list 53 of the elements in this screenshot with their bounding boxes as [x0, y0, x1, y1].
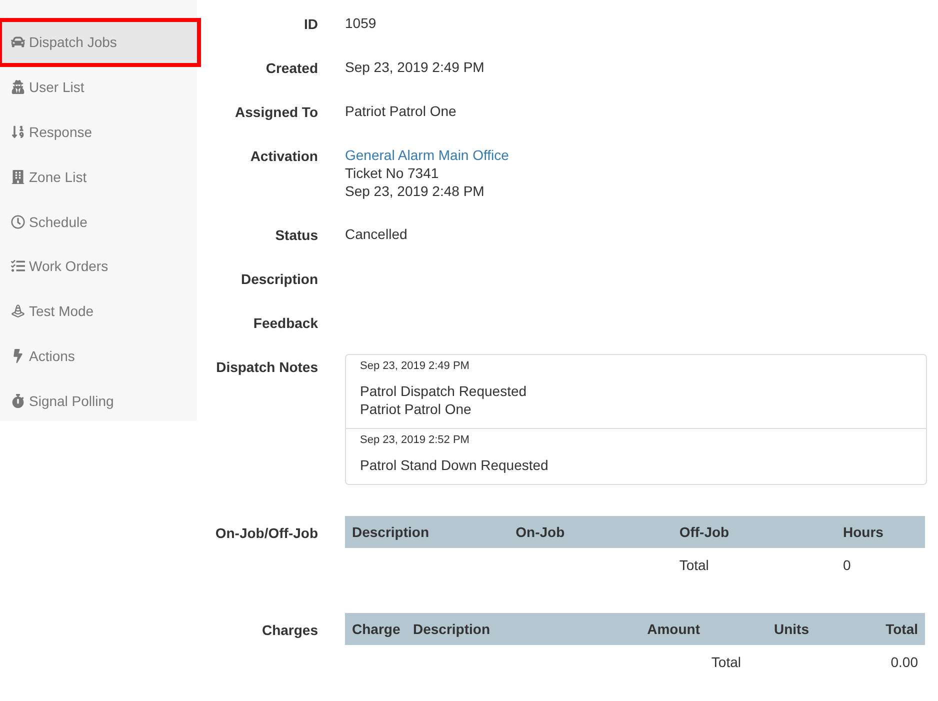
- column-header: Amount: [646, 621, 700, 637]
- field-label: Assigned To: [234, 103, 318, 122]
- field-label: Status: [274, 226, 318, 245]
- sidebar-item[interactable]: Response: [0, 110, 197, 154]
- field-label: On-Job/Off-Job: [214, 524, 318, 543]
- column-header: Total: [884, 621, 918, 637]
- checklist-icon: [11, 259, 25, 274]
- total-label: Total: [679, 557, 710, 573]
- sidebar-item[interactable]: Dispatch Jobs: [0, 20, 199, 65]
- column-header: Off-Job: [679, 524, 730, 540]
- field-value: Patriot Patrol One: [345, 102, 456, 120]
- total-value: 0: [843, 557, 852, 573]
- field-label: Feedback: [252, 314, 318, 333]
- column-header: Hours: [843, 524, 884, 540]
- column-header: Units: [773, 621, 809, 637]
- column-header: On-Job: [516, 524, 566, 540]
- sidebar-item[interactable]: User List: [0, 64, 197, 110]
- field-label: Dispatch Notes: [215, 358, 318, 377]
- sidebar-item[interactable]: Schedule: [0, 199, 197, 244]
- field-label: Activation: [249, 147, 318, 166]
- field-value: 1059: [345, 14, 376, 32]
- sidebar-item[interactable]: Signal Polling: [0, 378, 197, 424]
- car-icon: [11, 35, 25, 50]
- sidebar-item[interactable]: Actions: [0, 334, 197, 378]
- building-icon: [11, 170, 25, 184]
- field-value: Ticket No 7341: [345, 164, 440, 182]
- column-header: Description: [352, 524, 430, 540]
- field-value: Cancelled: [345, 225, 408, 243]
- column-header: Charge: [352, 621, 402, 637]
- sidebar-item[interactable]: Zone List: [0, 154, 197, 200]
- field-label: Charges: [260, 621, 318, 640]
- stopwatch-icon: [11, 394, 25, 408]
- note-time: Sep 23, 2019 2:49 PM: [360, 360, 470, 372]
- total-value: 0.00: [890, 654, 918, 670]
- field-label: ID: [303, 15, 318, 34]
- field-value: Sep 23, 2019 2:48 PM: [345, 182, 486, 200]
- user-icon: [11, 80, 25, 94]
- clock-icon: [11, 214, 25, 229]
- sidebar-item[interactable]: Work Orders: [0, 244, 197, 289]
- note-text: Patriot Patrol One: [360, 400, 472, 418]
- sort-numeric-icon: [11, 124, 25, 139]
- note-time: Sep 23, 2019 2:52 PM: [360, 434, 470, 446]
- column-header: Description: [413, 621, 492, 637]
- field-label: Description: [240, 270, 318, 289]
- field-label: Created: [264, 59, 318, 78]
- note-text: Patrol Stand Down Requested: [360, 456, 550, 474]
- total-label: Total: [710, 654, 742, 670]
- note-text: Patrol Dispatch Requested: [360, 382, 528, 400]
- sidebar-item[interactable]: Test Mode: [0, 288, 197, 334]
- traffic-cone-icon: [11, 304, 25, 318]
- activation-link[interactable]: General Alarm Main Office: [345, 146, 509, 164]
- lightning-icon: [11, 348, 25, 363]
- field-value: Sep 23, 2019 2:49 PM: [345, 58, 484, 76]
